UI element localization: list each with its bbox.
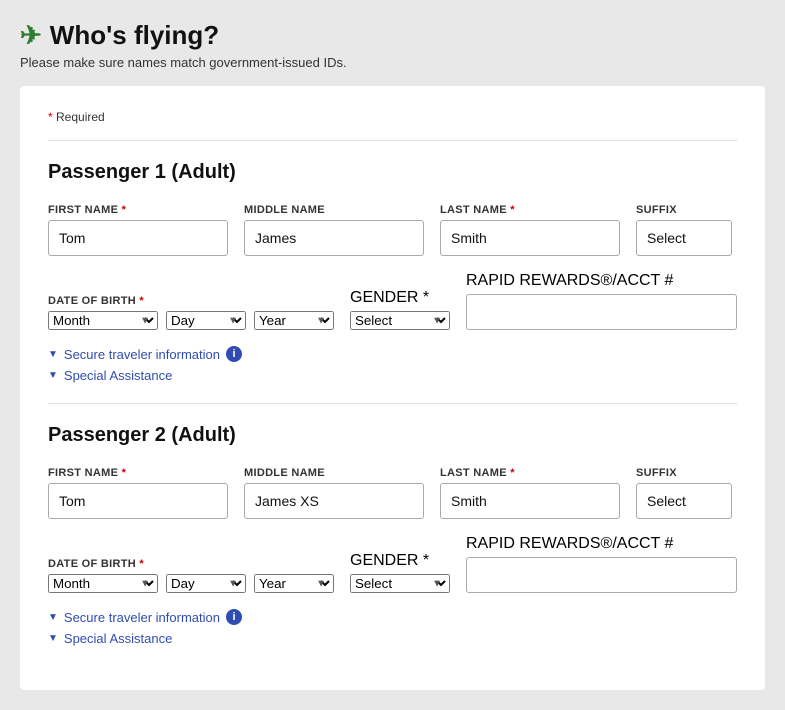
passenger2-gender-wrapper: Select Male Female xyxy=(350,574,450,593)
passenger1-suffix-select[interactable]: Select Jr. Sr. II III xyxy=(636,220,732,256)
passenger1-month-select[interactable]: Month January February March April May J… xyxy=(48,311,158,330)
passenger2-name-row: FIRST NAME * MIDDLE NAME LAST NAME * SUF… xyxy=(48,467,737,519)
passenger2-firstname-group: FIRST NAME * xyxy=(48,467,228,519)
passenger1-year-select[interactable]: Year 200019901980 xyxy=(254,311,334,330)
passenger2-lastname-input[interactable] xyxy=(440,483,620,519)
passenger1-rapid-input[interactable] xyxy=(466,294,737,330)
plane-icon: ✈ xyxy=(20,20,42,51)
passenger1-lastname-label: LAST NAME * xyxy=(440,204,620,216)
passenger2-month-wrapper: Month January February March xyxy=(48,574,158,593)
passenger2-gender-group: GENDER * Select Male Female xyxy=(350,552,450,593)
page-title: ✈ Who's flying? xyxy=(20,20,765,51)
form-card: * Required Passenger 1 (Adult) FIRST NAM… xyxy=(20,86,765,690)
passenger2-rapid-input[interactable] xyxy=(466,557,737,593)
passenger2-collapse-links: ▼ Secure traveler information i ▼ Specia… xyxy=(48,609,737,646)
passenger2-rapid-label: RAPID REWARDS®/ACCT # xyxy=(466,535,737,553)
passenger1-firstname-label: FIRST NAME * xyxy=(48,204,228,216)
passenger2-gender-select[interactable]: Select Male Female xyxy=(350,574,450,593)
passenger1-collapse-links: ▼ Secure traveler information i ▼ Specia… xyxy=(48,346,737,383)
passenger1-suffix-group: SUFFIX Select Jr. Sr. II III xyxy=(636,204,732,256)
passenger1-special-assistance-link[interactable]: ▼ Special Assistance xyxy=(48,368,737,383)
passenger2-title: Passenger 2 (Adult) xyxy=(48,424,737,447)
passenger1-middlename-input[interactable] xyxy=(244,220,424,256)
passenger2-dob-group: DATE OF BIRTH * Month January February M… xyxy=(48,558,334,593)
passenger2-lastname-label: LAST NAME * xyxy=(440,467,620,479)
passenger1-assistance-chevron-icon: ▼ xyxy=(48,370,58,381)
passenger2-assistance-chevron-icon: ▼ xyxy=(48,633,58,644)
passenger1-day-wrapper: Day 123 xyxy=(166,311,246,330)
passenger1-secure-chevron-icon: ▼ xyxy=(48,349,58,360)
passenger2-rapid-group: RAPID REWARDS®/ACCT # xyxy=(466,535,737,593)
passenger1-name-row: FIRST NAME * MIDDLE NAME LAST NAME * SUF… xyxy=(48,204,737,256)
passenger2-middlename-input[interactable] xyxy=(244,483,424,519)
passenger2-day-wrapper: Day 12 xyxy=(166,574,246,593)
passenger2-special-assistance-link[interactable]: ▼ Special Assistance xyxy=(48,631,737,646)
passenger1-title: Passenger 1 (Adult) xyxy=(48,161,737,184)
passenger2-dob-inputs: Month January February March Day 12 xyxy=(48,574,334,593)
passenger1-gender-select[interactable]: Select Male Female xyxy=(350,311,450,330)
passenger1-middlename-label: MIDDLE NAME xyxy=(244,204,424,216)
passenger2-suffix-group: SUFFIX Select Jr. Sr. II III xyxy=(636,467,732,519)
passenger2-suffix-wrapper: Select Jr. Sr. II III xyxy=(636,483,732,519)
passenger2-lastname-group: LAST NAME * xyxy=(440,467,620,519)
passenger2-suffix-label: SUFFIX xyxy=(636,467,732,479)
passenger2-middlename-label: MIDDLE NAME xyxy=(244,467,424,479)
passenger1-firstname-group: FIRST NAME * xyxy=(48,204,228,256)
passenger2-secure-chevron-icon: ▼ xyxy=(48,612,58,623)
passenger2-firstname-input[interactable] xyxy=(48,483,228,519)
passenger1-year-wrapper: Year 200019901980 xyxy=(254,311,334,330)
passenger1-suffix-label: SUFFIX xyxy=(636,204,732,216)
page-subtitle: Please make sure names match government-… xyxy=(20,55,765,70)
passenger2-day-select[interactable]: Day 12 xyxy=(166,574,246,593)
passenger1-suffix-wrapper: Select Jr. Sr. II III xyxy=(636,220,732,256)
passenger1-month-wrapper: Month January February March April May J… xyxy=(48,311,158,330)
passenger1-day-select[interactable]: Day 123 xyxy=(166,311,246,330)
passenger2-dob-row: DATE OF BIRTH * Month January February M… xyxy=(48,535,737,593)
passenger1-dob-label: DATE OF BIRTH * xyxy=(48,295,334,307)
passenger2-info-icon[interactable]: i xyxy=(226,609,242,625)
passenger2-secure-traveler-link[interactable]: ▼ Secure traveler information i xyxy=(48,609,737,625)
passenger1-dob-group: DATE OF BIRTH * Month January February M… xyxy=(48,295,334,330)
passenger2-section: Passenger 2 (Adult) FIRST NAME * MIDDLE … xyxy=(48,403,737,646)
passenger1-gender-group: GENDER * Select Male Female xyxy=(350,289,450,330)
passenger1-secure-traveler-link[interactable]: ▼ Secure traveler information i xyxy=(48,346,737,362)
passenger1-dob-row: DATE OF BIRTH * Month January February M… xyxy=(48,272,737,330)
passenger2-middlename-group: MIDDLE NAME xyxy=(244,467,424,519)
required-note: * Required xyxy=(48,110,737,124)
passenger2-month-select[interactable]: Month January February March xyxy=(48,574,158,593)
passenger1-dob-inputs: Month January February March April May J… xyxy=(48,311,334,330)
passenger1-gender-label: GENDER * xyxy=(350,289,450,307)
passenger1-lastname-group: LAST NAME * xyxy=(440,204,620,256)
passenger2-firstname-label: FIRST NAME * xyxy=(48,467,228,479)
passenger1-rapid-group: RAPID REWARDS®/ACCT # xyxy=(466,272,737,330)
passenger2-dob-label: DATE OF BIRTH * xyxy=(48,558,334,570)
passenger1-section: Passenger 1 (Adult) FIRST NAME * MIDDLE … xyxy=(48,140,737,383)
passenger2-year-wrapper: Year 20001990 xyxy=(254,574,334,593)
passenger1-middlename-group: MIDDLE NAME xyxy=(244,204,424,256)
passenger2-year-select[interactable]: Year 20001990 xyxy=(254,574,334,593)
passenger1-firstname-input[interactable] xyxy=(48,220,228,256)
passenger1-info-icon[interactable]: i xyxy=(226,346,242,362)
passenger2-gender-label: GENDER * xyxy=(350,552,450,570)
passenger1-rapid-label: RAPID REWARDS®/ACCT # xyxy=(466,272,737,290)
passenger1-gender-wrapper: Select Male Female xyxy=(350,311,450,330)
passenger1-lastname-input[interactable] xyxy=(440,220,620,256)
page-header: ✈ Who's flying? Please make sure names m… xyxy=(20,20,765,70)
passenger2-suffix-select[interactable]: Select Jr. Sr. II III xyxy=(636,483,732,519)
